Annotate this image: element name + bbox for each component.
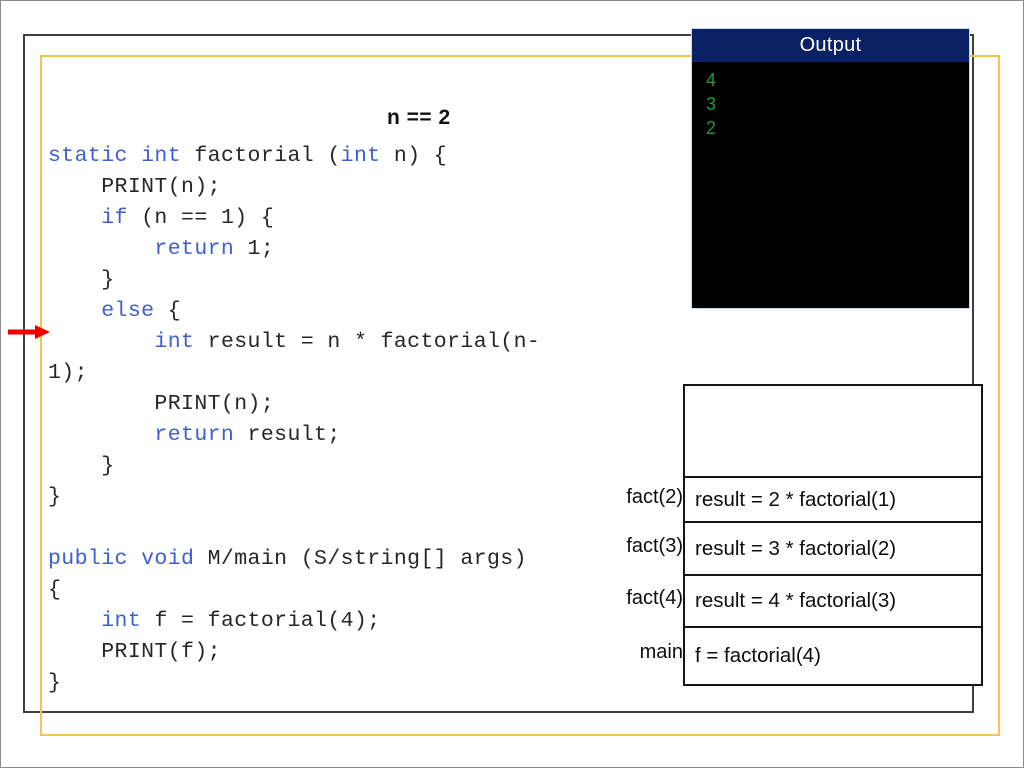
code-line: int result = n * factorial(n- [48, 327, 688, 358]
output-console-body: 4 3 2 [692, 62, 969, 308]
call-stack-row: result = 4 * factorial(3) [685, 576, 981, 628]
code-line: } [48, 265, 688, 296]
code-keyword: int [154, 330, 195, 354]
code-line: return result; [48, 420, 688, 451]
code-text: } [48, 454, 115, 478]
call-stack-frame-label: fact(3) [626, 534, 683, 557]
call-stack-row: result = 3 * factorial(2) [685, 523, 981, 576]
code-keyword: return [154, 423, 235, 447]
code-keyword: else [101, 299, 155, 323]
code-line: 1); [48, 358, 688, 389]
call-stack-expression: f = factorial(4) [695, 644, 821, 667]
code-text: } [48, 268, 115, 292]
call-stack-frame-label: fact(2) [626, 485, 683, 508]
code-text: factorial ( [181, 144, 341, 168]
code-keyword: if [101, 206, 128, 230]
code-line: PRINT(f); [48, 637, 688, 668]
code-line: { [48, 575, 688, 606]
annotation-current-n: n == 2 [387, 106, 451, 129]
code-text: { [48, 578, 62, 602]
code-text: result = n * factorial(n- [194, 330, 541, 354]
code-text: f = factorial(4); [141, 609, 381, 633]
code-line: return 1; [48, 234, 688, 265]
code-line: PRINT(n); [48, 389, 688, 420]
code-keyword: return [154, 237, 235, 261]
code-keyword: int [340, 144, 381, 168]
call-stack-row: result = 2 * factorial(1) [685, 478, 981, 523]
code-text: PRINT(n); [48, 175, 221, 199]
code-text: n) { [380, 144, 448, 168]
code-text: 1); [48, 361, 88, 385]
output-console-titlebar: Output [692, 29, 969, 62]
code-keyword: int [101, 609, 142, 633]
code-line: PRINT(n); [48, 172, 688, 203]
slide-canvas: n == 2 static int factorial (int n) { PR… [0, 0, 1024, 768]
call-stack-frame-label: main [639, 641, 683, 663]
code-text: PRINT(f); [48, 640, 221, 664]
call-stack-expression: result = 2 * factorial(1) [695, 487, 897, 511]
call-stack-expression: result = 3 * factorial(2) [695, 536, 897, 560]
source-code-block: static int factorial (int n) { PRINT(n);… [48, 141, 688, 699]
code-text: result; [234, 423, 341, 447]
call-stack-row: f = factorial(4) [685, 628, 981, 684]
code-text: PRINT(n); [48, 392, 275, 416]
code-keyword: static int [48, 144, 182, 168]
red-right-arrow-icon [8, 325, 50, 339]
code-line: else { [48, 296, 688, 327]
code-text: } [48, 671, 62, 695]
code-line: static int factorial (int n) { [48, 141, 688, 172]
output-console-window: Output 4 3 2 [691, 28, 970, 309]
code-text: M/main (S/string[] args) [194, 547, 527, 571]
code-line: int f = factorial(4); [48, 606, 688, 637]
call-stack-table: result = 2 * factorial(1) result = 3 * fa… [683, 384, 983, 686]
code-text: (n == 1) { [127, 206, 275, 230]
call-stack-expression: result = 4 * factorial(3) [695, 589, 897, 612]
code-line: public void M/main (S/string[] args) [48, 544, 688, 575]
call-stack-frame-labels: fact(2) fact(3) fact(4) main [597, 384, 683, 684]
code-text: 1; [234, 237, 275, 261]
console-output-line: 2 [706, 118, 717, 138]
code-text: } [48, 485, 62, 509]
console-output-line: 4 [706, 70, 717, 90]
code-line: } [48, 451, 688, 482]
console-output-line: 3 [706, 94, 717, 114]
code-line: } [48, 482, 688, 513]
code-keyword: public void [48, 547, 195, 571]
code-line: } [48, 668, 688, 699]
call-stack-empty-cell [685, 386, 981, 478]
call-stack-frame-label: fact(4) [626, 587, 683, 609]
output-console-title: Output [799, 34, 862, 56]
code-line: if (n == 1) { [48, 203, 688, 234]
code-text: { [154, 299, 182, 323]
